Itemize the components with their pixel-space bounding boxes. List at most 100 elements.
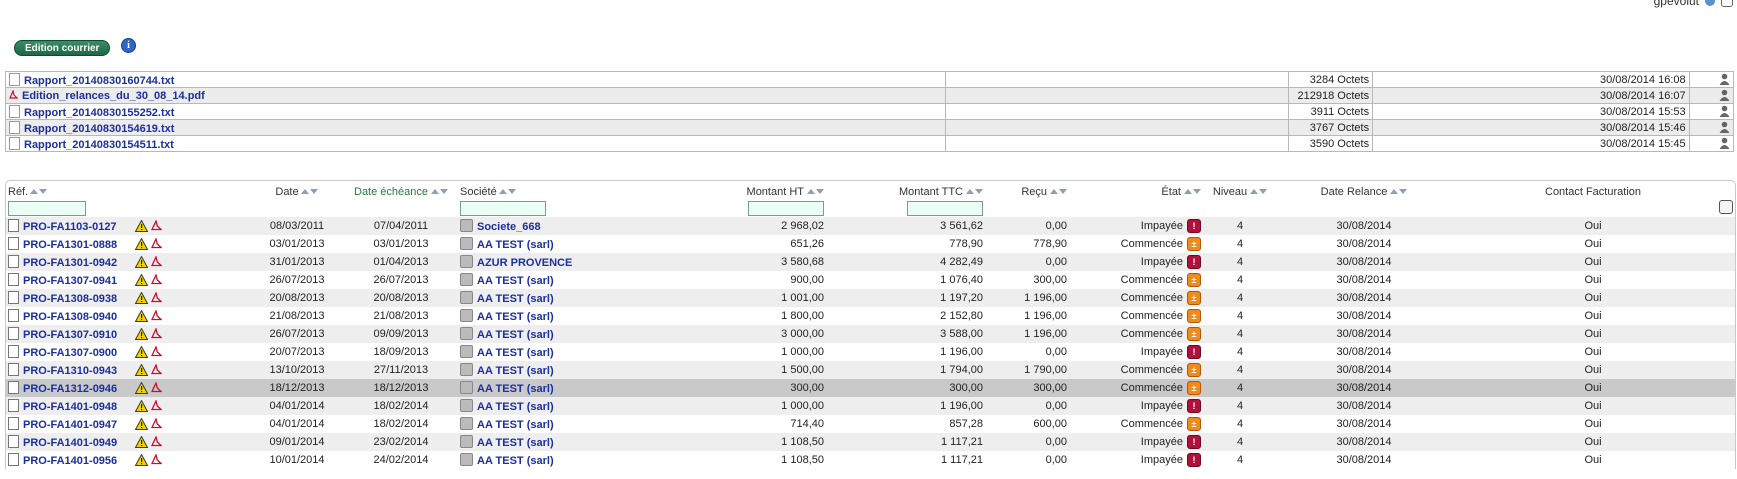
invoice-ref-link[interactable]: PRO-FA1301-0888: [23, 239, 135, 251]
file-link[interactable]: Edition_relances_du_30_08_14.pdf: [22, 90, 205, 102]
invoice-ref-link[interactable]: PRO-FA1307-0941: [23, 275, 135, 287]
pdf-icon[interactable]: [151, 292, 163, 304]
username[interactable]: gpevolut: [1654, 0, 1699, 8]
warning-icon[interactable]: [135, 382, 148, 394]
company-link[interactable]: AA TEST (sarl): [477, 311, 554, 323]
person-icon[interactable]: [1719, 73, 1730, 85]
invoice-ref-link[interactable]: PRO-FA1401-0947: [23, 419, 135, 431]
company-link[interactable]: AA TEST (sarl): [477, 455, 554, 467]
pdf-icon[interactable]: [151, 238, 163, 250]
company-link[interactable]: AA TEST (sarl): [477, 275, 554, 287]
warning-icon[interactable]: [135, 274, 148, 286]
col-amount-ht[interactable]: Montant HT: [692, 181, 826, 199]
edition-courrier-button[interactable]: Edition courrier: [14, 40, 111, 56]
invoice-ref-link[interactable]: PRO-FA1301-0942: [23, 257, 135, 269]
warning-icon[interactable]: [135, 346, 148, 358]
pdf-icon[interactable]: [151, 454, 163, 466]
warning-icon[interactable]: [135, 436, 148, 448]
col-ref[interactable]: Réf.: [6, 181, 250, 199]
pdf-icon[interactable]: [151, 436, 163, 448]
invoice-ref-link[interactable]: PRO-FA1103-0127: [23, 221, 135, 233]
warning-icon[interactable]: [135, 364, 148, 376]
col-date[interactable]: Date: [250, 181, 344, 199]
person-icon[interactable]: [1719, 105, 1730, 117]
sort-icon[interactable]: [1183, 185, 1201, 194]
table-row[interactable]: PRO-FA1307-0941 26/07/2013 26/07/2013 AA T…: [6, 271, 1735, 289]
company-link[interactable]: AZUR PROVENCE: [477, 257, 572, 269]
invoice-ref-link[interactable]: PRO-FA1307-0910: [23, 329, 135, 341]
table-row[interactable]: PRO-FA1307-0900 20/07/2013 18/09/2013 AA T…: [6, 343, 1735, 361]
table-row[interactable]: PRO-FA1310-0943 13/10/2013 27/11/2013 AA T…: [6, 361, 1735, 379]
warning-icon[interactable]: [135, 220, 148, 232]
pdf-icon[interactable]: [151, 400, 163, 412]
pdf-icon[interactable]: [151, 220, 163, 232]
table-row[interactable]: PRO-FA1401-0949 09/01/2014 23/02/2014 AA T…: [6, 433, 1735, 451]
company-link[interactable]: AA TEST (sarl): [477, 419, 554, 431]
info-icon[interactable]: i: [121, 38, 136, 53]
warning-icon[interactable]: [135, 328, 148, 340]
person-icon[interactable]: [1719, 89, 1730, 101]
sort-icon[interactable]: [430, 185, 448, 194]
warning-icon[interactable]: [135, 454, 148, 466]
company-filter-input[interactable]: [460, 200, 546, 216]
sort-icon[interactable]: [1389, 185, 1407, 194]
table-row[interactable]: PRO-FA1301-0942 31/01/2013 01/04/2013 AZUR…: [6, 253, 1735, 271]
company-link[interactable]: AA TEST (sarl): [477, 365, 554, 377]
col-due-date[interactable]: Date échéance: [344, 181, 458, 199]
amount-ht-filter-input[interactable]: [748, 200, 824, 216]
invoice-ref-link[interactable]: PRO-FA1401-0949: [23, 437, 135, 449]
pdf-icon[interactable]: [151, 346, 163, 358]
table-row[interactable]: PRO-FA1308-0940 21/08/2013 21/08/2013 AA T…: [6, 307, 1735, 325]
col-company[interactable]: Société: [458, 181, 692, 199]
company-link[interactable]: AA TEST (sarl): [477, 437, 554, 449]
warning-icon[interactable]: [135, 418, 148, 430]
table-row[interactable]: PRO-FA1401-0948 04/01/2014 18/02/2014 AA T…: [6, 397, 1735, 415]
person-icon[interactable]: [1719, 121, 1730, 133]
lock-icon[interactable]: [1721, 0, 1733, 7]
sort-icon[interactable]: [1049, 185, 1067, 194]
warning-icon[interactable]: [135, 238, 148, 250]
person-icon[interactable]: [1719, 137, 1730, 149]
pdf-icon[interactable]: [151, 364, 163, 376]
company-link[interactable]: AA TEST (sarl): [477, 383, 554, 395]
invoice-ref-link[interactable]: PRO-FA1308-0938: [23, 293, 135, 305]
table-row[interactable]: PRO-FA1401-0947 04/01/2014 18/02/2014 AA T…: [6, 415, 1735, 433]
col-reminder-date[interactable]: Date Relance: [1277, 181, 1451, 199]
select-all-checkbox[interactable]: [1719, 199, 1733, 214]
warning-icon[interactable]: [135, 292, 148, 304]
table-row[interactable]: PRO-FA1308-0938 20/08/2013 20/08/2013 AA T…: [6, 289, 1735, 307]
globe-icon[interactable]: [1705, 0, 1715, 6]
table-row[interactable]: PRO-FA1312-0946 18/12/2013 18/12/2013 AA T…: [6, 379, 1735, 397]
file-link[interactable]: Rapport_20140830155252.txt: [24, 107, 174, 119]
table-row[interactable]: PRO-FA1103-0127 08/03/2011 07/04/2011 Soci…: [6, 217, 1735, 235]
pdf-icon[interactable]: [151, 418, 163, 430]
invoice-ref-link[interactable]: PRO-FA1308-0940: [23, 311, 135, 323]
company-link[interactable]: AA TEST (sarl): [477, 329, 554, 341]
pdf-icon[interactable]: [151, 256, 163, 268]
warning-icon[interactable]: [135, 310, 148, 322]
company-link[interactable]: AA TEST (sarl): [477, 293, 554, 305]
col-state[interactable]: État: [1069, 181, 1203, 199]
pdf-icon[interactable]: [151, 310, 163, 322]
invoice-ref-link[interactable]: PRO-FA1310-0943: [23, 365, 135, 377]
sort-icon[interactable]: [965, 185, 983, 194]
invoice-ref-link[interactable]: PRO-FA1312-0946: [23, 383, 135, 395]
company-link[interactable]: Societe_668: [477, 221, 541, 233]
table-row[interactable]: PRO-FA1301-0888 03/01/2013 03/01/2013 AA T…: [6, 235, 1735, 253]
pdf-icon[interactable]: [151, 328, 163, 340]
file-link[interactable]: Rapport_20140830160744.txt: [24, 75, 174, 87]
warning-icon[interactable]: [135, 256, 148, 268]
amount-ttc-filter-input[interactable]: [907, 200, 983, 216]
invoice-ref-link[interactable]: PRO-FA1401-0956: [23, 455, 135, 467]
company-link[interactable]: AA TEST (sarl): [477, 239, 554, 251]
pdf-icon[interactable]: [151, 382, 163, 394]
col-level[interactable]: Niveau: [1203, 181, 1277, 199]
col-received[interactable]: Reçu: [985, 181, 1069, 199]
sort-icon[interactable]: [806, 185, 824, 194]
file-link[interactable]: Rapport_20140830154511.txt: [24, 139, 174, 151]
pdf-icon[interactable]: [151, 274, 163, 286]
warning-icon[interactable]: [135, 400, 148, 412]
invoice-ref-link[interactable]: PRO-FA1307-0900: [23, 347, 135, 359]
sort-icon[interactable]: [30, 185, 48, 194]
file-link[interactable]: Rapport_20140830154619.txt: [24, 123, 174, 135]
